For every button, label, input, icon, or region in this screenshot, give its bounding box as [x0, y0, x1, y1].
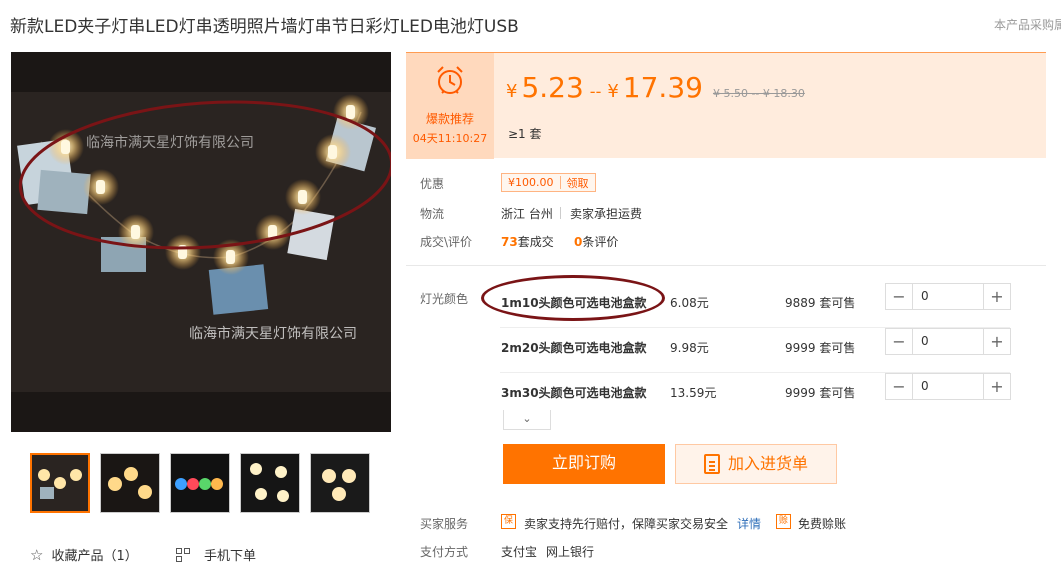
payment-alipay: 支付宝	[501, 545, 538, 559]
min-order-quantity: ≥1 套	[508, 127, 542, 141]
thumbnail-3[interactable]	[170, 453, 230, 513]
coupon[interactable]: ¥100.00 领取	[501, 173, 596, 192]
shipping-origin: 浙江 台州	[501, 207, 553, 221]
deals-unit: 套成交	[517, 235, 554, 249]
shipping-terms: 卖家承担运费	[570, 207, 643, 221]
coupon-value: ¥100.00	[508, 176, 554, 189]
credit-badge-icon: 赊	[776, 514, 791, 529]
promo-label: 爆款推荐	[425, 112, 474, 126]
decrement-button[interactable]: −	[886, 284, 913, 309]
watermark-top: 临海市满天星灯饰有限公司	[86, 135, 254, 151]
thumbnail-4[interactable]	[240, 453, 300, 513]
deals-count: 73	[501, 235, 518, 249]
sku-price: 13.59元	[670, 386, 717, 400]
expand-options-toggle[interactable]: ⌄	[503, 410, 551, 430]
deals-reviews-label: 成交\评价	[420, 235, 473, 249]
product-title: 新款LED夹子灯串LED灯串透明照片墙灯串节日彩灯LED电池灯USB	[10, 17, 519, 37]
guarantee-text: 卖家支持先行赔付，保障买家交易安全	[524, 517, 729, 531]
sku-label: 灯光颜色	[420, 292, 469, 306]
star-icon: ☆	[30, 545, 44, 564]
sku-row: 3m30头颜色可选电池盒款 13.59元 9999 套可售 − 0 +	[500, 373, 1011, 418]
sku-name: 3m30头颜色可选电池盒款	[501, 386, 647, 400]
discount-label: 优惠	[420, 177, 445, 191]
thumbnail-strip	[30, 453, 380, 513]
payment-method-label: 支付方式	[420, 545, 469, 559]
credit-text: 免费赊账	[798, 517, 847, 531]
favorite-product[interactable]: ☆ 收藏产品（1）	[30, 545, 138, 565]
sku-stock: 9999 套可售	[785, 341, 856, 355]
reviews-summary[interactable]: 0条评价	[574, 233, 618, 250]
qr-code-icon	[176, 547, 190, 562]
quantity-input[interactable]: 0	[913, 284, 983, 309]
thumbnail-5[interactable]	[310, 453, 370, 513]
price-panel: 爆款推荐 04天11:10:27 ¥ 5.23 -- ¥ 17.39 ¥ 5.5…	[406, 52, 1046, 159]
divider	[560, 207, 561, 219]
price-range: ¥ 5.23 -- ¥ 17.39 ¥ 5.50 -- ¥ 18.30	[506, 71, 805, 104]
coupon-claim[interactable]: 领取	[561, 175, 595, 191]
logistics-label: 物流	[420, 207, 445, 221]
buyer-service-label: 买家服务	[420, 517, 469, 531]
sku-price: 6.08元	[670, 296, 709, 310]
section-divider	[406, 265, 1046, 266]
reviews-unit: 条评价	[582, 235, 619, 249]
chevron-down-icon: ⌄	[522, 412, 532, 425]
mobile-order[interactable]: 手机下单	[176, 545, 256, 564]
guarantee-badge-icon: 保	[501, 514, 516, 529]
quantity-stepper: − 0 +	[885, 373, 1011, 400]
sku-price: 9.98元	[670, 341, 709, 355]
sku-stock: 9889 套可售	[785, 296, 856, 310]
decrement-button[interactable]: −	[886, 374, 913, 399]
product-photo	[11, 52, 391, 432]
currency-symbol-max: ¥	[607, 81, 619, 102]
increment-button[interactable]: +	[983, 374, 1010, 399]
increment-button[interactable]: +	[983, 284, 1010, 309]
favorite-label: 收藏产品（1）	[51, 549, 138, 564]
quantity-input[interactable]: 0	[913, 329, 983, 354]
currency-symbol: ¥	[506, 81, 518, 102]
clipboard-icon	[703, 454, 720, 474]
sku-stock: 9999 套可售	[785, 386, 856, 400]
decrement-button[interactable]: −	[886, 329, 913, 354]
mobile-order-label: 手机下单	[204, 549, 257, 564]
buy-now-button[interactable]: 立即订购	[503, 444, 665, 484]
promo-countdown: 04天11:10:27	[412, 132, 488, 145]
main-product-image[interactable]: 临海市满天星灯饰有限公司 临海市满天星灯饰有限公司	[11, 52, 391, 432]
quantity-stepper: − 0 +	[885, 283, 1011, 310]
payment-online-bank: 网上银行	[546, 545, 595, 559]
promo-badge: 爆款推荐 04天11:10:27	[406, 53, 494, 159]
price-max: 17.39	[622, 71, 703, 104]
sku-name: 2m20头颜色可选电池盒款	[501, 341, 647, 355]
details-link[interactable]: 详情	[737, 515, 761, 532]
add-to-purchase-list-button[interactable]: 加入进货单	[675, 444, 837, 484]
quantity-stepper: − 0 +	[885, 328, 1011, 355]
thumbnail-1[interactable]	[30, 453, 90, 513]
add-to-list-label: 加入进货单	[727, 454, 808, 473]
alarm-clock-icon	[437, 66, 463, 94]
thumbnail-2[interactable]	[100, 453, 160, 513]
sku-row: 2m20头颜色可选电池盒款 9.98元 9999 套可售 − 0 +	[500, 328, 1011, 373]
price-min: 5.23	[521, 71, 584, 104]
product-procurement-note: 本产品采购属	[994, 18, 1061, 32]
price-separator: --	[589, 82, 602, 101]
increment-button[interactable]: +	[983, 329, 1010, 354]
deals-summary: 73套成交	[501, 233, 554, 250]
annotation-ellipse	[481, 275, 665, 321]
original-price: ¥ 5.50 -- ¥ 18.30	[712, 87, 805, 100]
quantity-input[interactable]: 0	[913, 374, 983, 399]
watermark-bottom: 临海市满天星灯饰有限公司	[189, 326, 357, 342]
